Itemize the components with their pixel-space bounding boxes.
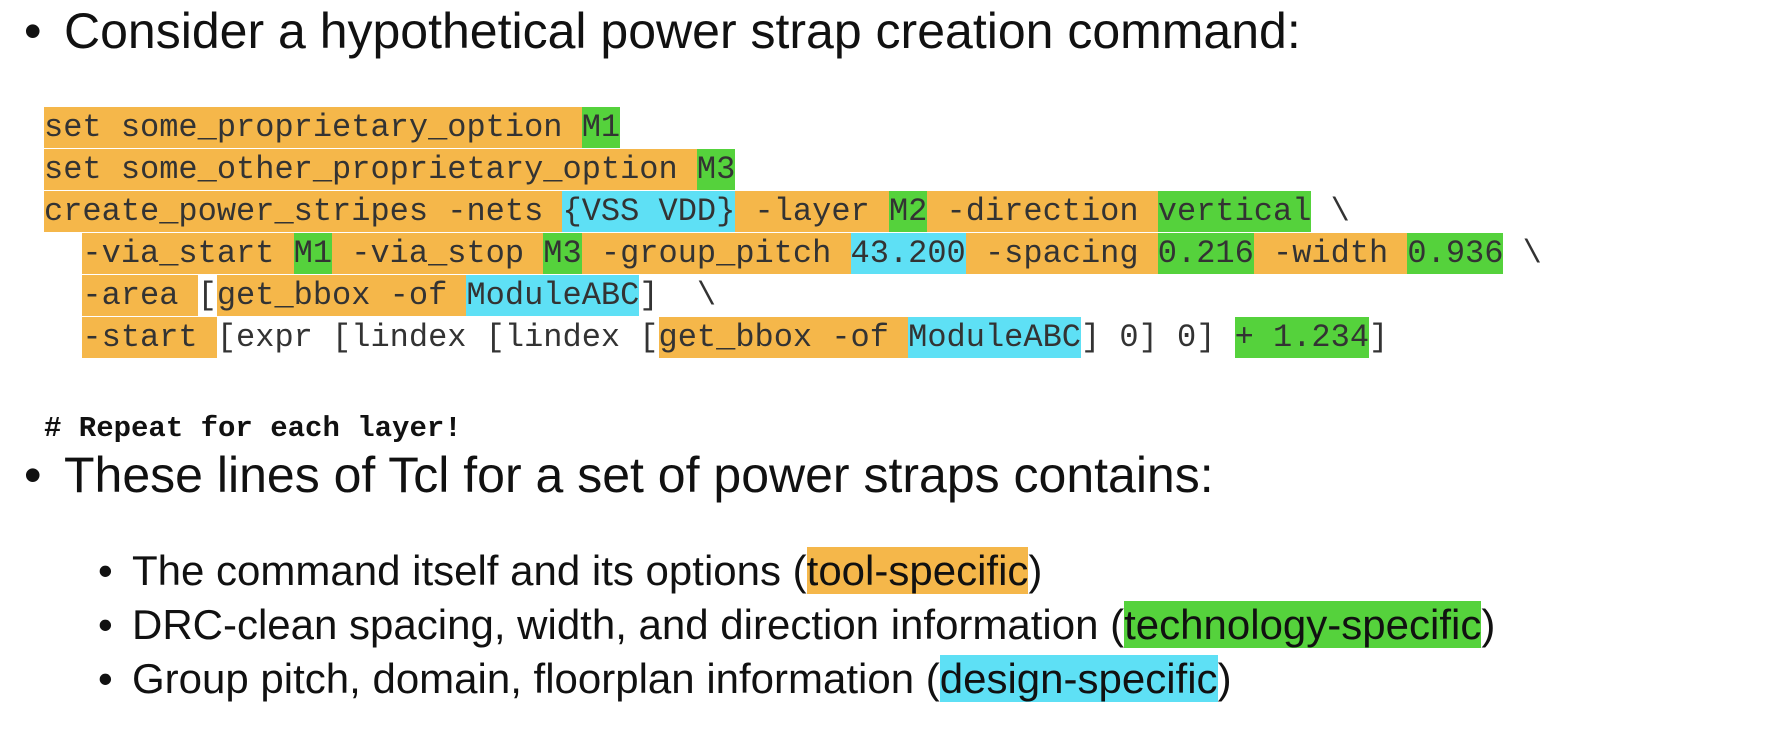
code-text: \ [1503, 235, 1542, 272]
code-token-tool: -group_pitch [581, 233, 851, 274]
code-token-tech: M1 [293, 233, 333, 274]
code-token-tech: 0.216 [1157, 233, 1254, 274]
code-line: set some_proprietary_option M1 [44, 107, 1542, 149]
code-token-tool: get_bbox -of [216, 275, 467, 316]
heading-these-lines: • These lines of Tcl for a set of power s… [24, 446, 1214, 504]
code-token-design: 43.200 [850, 233, 966, 274]
code-text: [expr [lindex [lindex [ [216, 319, 659, 356]
code-token-design: ModuleABC [466, 275, 640, 316]
highlight-design: design-specific [939, 655, 1218, 702]
code-token-tech: M3 [696, 149, 736, 190]
highlight-tool: tool-specific [806, 547, 1029, 594]
list-item-close-paren: ) [1217, 655, 1232, 702]
bullet-glyph: • [24, 447, 42, 503]
code-text: ] 0] 0] [1080, 319, 1235, 356]
code-line: -area [get_bbox -of ModuleABC] \ [44, 275, 1542, 317]
bullet-glyph: • [24, 3, 42, 59]
code-token-tech: vertical [1157, 191, 1312, 232]
list-item: • Group pitch, domain, floorplan informat… [98, 653, 1232, 705]
code-token-tool: create_power_stripes -nets [44, 191, 563, 232]
heading-consider: • Consider a hypothetical power strap cre… [24, 2, 1301, 60]
code-token-tool: -via_start [82, 233, 294, 274]
bullet-glyph: • [98, 601, 113, 648]
list-item: • DRC-clean spacing, width, and direction… [98, 599, 1495, 651]
code-token-tool: -start [82, 317, 217, 358]
code-line: set some_other_proprietary_option M3 [44, 149, 1542, 191]
code-comment: # Repeat for each layer! [44, 412, 462, 445]
code-token-tech: M3 [543, 233, 582, 274]
highlight-tech: technology-specific [1124, 601, 1482, 648]
code-text: ] [1369, 319, 1389, 356]
code-text: [ [197, 277, 217, 314]
code-token-tool: set some_other_proprietary_option [44, 149, 697, 190]
code-token-tool: set some_proprietary_option [44, 107, 582, 148]
code-line: -start [expr [lindex [lindex [get_bbox -… [44, 317, 1542, 359]
heading-these-lines-text: These lines of Tcl for a set of power st… [64, 447, 1214, 503]
code-token-tool: -layer [735, 191, 889, 232]
code-token-tech: + 1.234 [1234, 317, 1370, 358]
list-item-close-paren: ) [1028, 547, 1043, 594]
code-line: -via_start M1 -via_stop M3 -group_pitch … [44, 233, 1542, 275]
code-text: \ [1311, 193, 1350, 230]
code-token-design: ModuleABC [908, 317, 1081, 358]
code-line: create_power_stripes -nets {VSS VDD} -la… [44, 191, 1542, 233]
code-token-tool: -width [1253, 233, 1408, 274]
list-item: • The command itself and its options (too… [98, 545, 1042, 597]
code-token-design: {VSS VDD} [562, 191, 736, 232]
list-item-text: The command itself and its options ( [132, 547, 807, 594]
code-token-tool: get_bbox -of [658, 317, 909, 358]
bullet-glyph: • [98, 547, 113, 594]
code-token-tech: M2 [888, 191, 928, 232]
list-item-close-paren: ) [1481, 601, 1496, 648]
code-token-tech: M1 [581, 107, 621, 148]
code-token-tool: -via_stop [332, 233, 544, 274]
tcl-code-block: set some_proprietary_option M1 set some_o… [44, 107, 1542, 359]
list-item-text: Group pitch, domain, floorplan informati… [132, 655, 940, 702]
code-token-tech: 0.936 [1407, 233, 1504, 274]
code-token-tool: -area [82, 275, 198, 316]
list-item-text: DRC-clean spacing, width, and direction … [132, 601, 1125, 648]
code-token-tool: -spacing [965, 233, 1158, 274]
code-token-tool: -direction [927, 191, 1158, 232]
bullet-glyph: • [98, 655, 113, 702]
heading-consider-text: Consider a hypothetical power strap crea… [64, 3, 1301, 59]
code-text: ] \ [639, 277, 717, 314]
